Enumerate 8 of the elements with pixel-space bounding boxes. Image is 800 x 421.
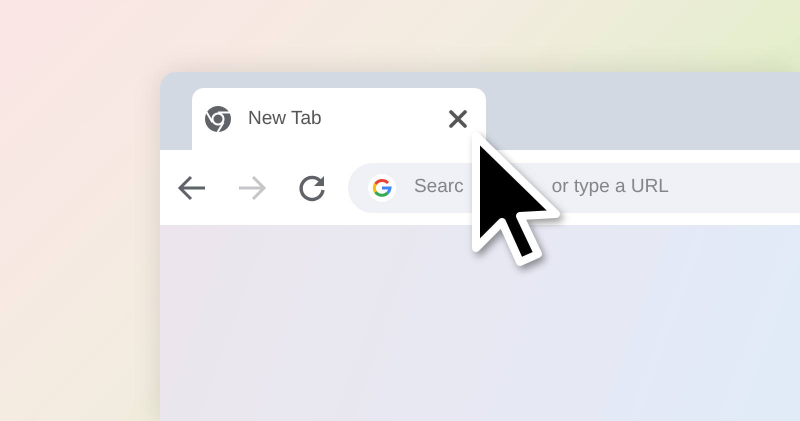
tab-title: New Tab (248, 106, 322, 131)
google-logo-icon (368, 174, 396, 202)
address-placeholder: or type a URL (552, 175, 669, 200)
address-placeholder: Searc (414, 175, 464, 200)
chrome-logo-icon (204, 105, 232, 133)
browser-tab[interactable]: New Tab (192, 88, 486, 150)
close-icon[interactable] (448, 109, 468, 129)
back-arrow-icon[interactable] (177, 174, 207, 200)
